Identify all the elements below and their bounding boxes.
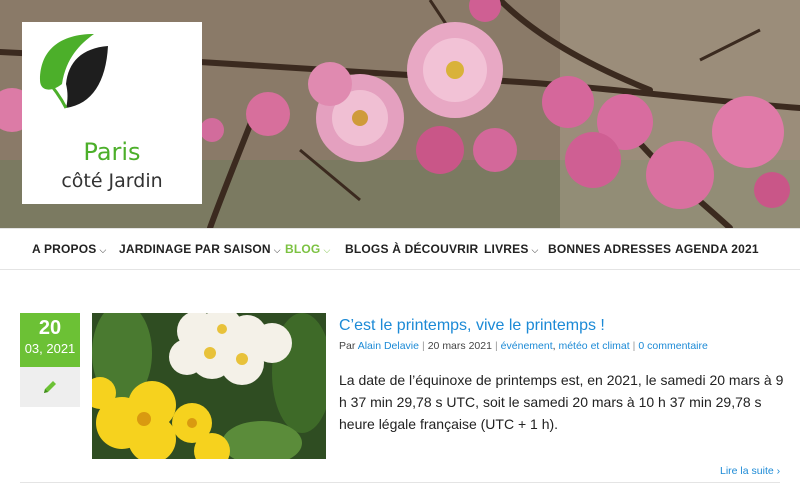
post-date: 20 mars 2021 <box>427 340 492 352</box>
post-format-box[interactable] <box>20 367 80 407</box>
comments-link[interactable]: 0 commentaire <box>638 340 707 352</box>
nav-label: A PROPOS <box>32 242 97 256</box>
nav-item-blogs-a-decouvrir[interactable]: BLOGS À DÉCOUVRIR <box>345 242 478 256</box>
header-banner: Paris côté Jardin <box>0 0 800 228</box>
nav-item-blog[interactable]: BLOG ⌵ <box>285 242 331 256</box>
nav-label: AGENDA 2021 <box>675 242 759 256</box>
meta-separator: | <box>421 340 425 352</box>
post-date-month: 03, 2021 <box>24 341 76 356</box>
post-excerpt: La date de l’équinoxe de printemps est, … <box>339 372 784 432</box>
post-title-link[interactable]: C’est le printemps, vive le printemps ! <box>339 317 605 335</box>
read-more-link[interactable]: Lire la suite › <box>720 465 780 477</box>
nav-item-livres[interactable]: LIVRES ⌵ <box>484 242 539 256</box>
nav-label: JARDINAGE PAR SAISON <box>119 242 271 256</box>
chevron-down-icon: ⌵ <box>531 245 539 255</box>
chevron-down-icon: ⌵ <box>323 245 331 255</box>
divider <box>20 482 780 483</box>
meta-separator: | <box>494 340 498 352</box>
post-date-day: 20 <box>38 317 62 339</box>
pencil-icon <box>44 381 56 393</box>
primrose-photo <box>92 313 326 459</box>
logo-line2: côté Jardin <box>61 170 163 192</box>
category-link-evenement[interactable]: événement <box>501 340 553 352</box>
meta-separator: | <box>632 340 636 352</box>
leaf-logo-icon <box>32 34 112 114</box>
nav-label: BLOG <box>285 242 321 256</box>
nav-item-a-propos[interactable]: A PROPOS ⌵ <box>32 242 107 256</box>
meta-by: Par <box>339 340 356 352</box>
post-thumbnail[interactable] <box>92 313 326 459</box>
category-link-meteo[interactable]: météo et climat <box>558 340 629 352</box>
chevron-down-icon: ⌵ <box>273 245 281 255</box>
nav-label: BONNES ADRESSES <box>548 242 672 256</box>
nav-item-agenda-2021[interactable]: AGENDA 2021 <box>675 242 759 256</box>
nav-item-jardinage-par-saison[interactable]: JARDINAGE PAR SAISON ⌵ <box>119 242 281 256</box>
chevron-right-icon: › <box>776 465 781 477</box>
nav-item-bonnes-adresses[interactable]: BONNES ADRESSES <box>548 242 671 256</box>
main-nav: A PROPOS ⌵ JARDINAGE PAR SAISON ⌵ BLOG ⌵ BL… <box>0 228 800 270</box>
post-date-badge: 20 03, 2021 <box>20 313 80 367</box>
logo-line1: Paris <box>83 138 141 166</box>
nav-label: LIVRES <box>484 242 529 256</box>
post-author-link[interactable]: Alain Delavie <box>358 340 419 352</box>
site-logo[interactable]: Paris côté Jardin <box>22 22 202 204</box>
nav-label: BLOGS À DÉCOUVRIR <box>345 242 479 256</box>
read-more-label: Lire la suite <box>720 465 774 477</box>
post-meta: Par Alain Delavie | 20 mars 2021 | événement… <box>339 340 708 352</box>
chevron-down-icon: ⌵ <box>99 245 107 255</box>
